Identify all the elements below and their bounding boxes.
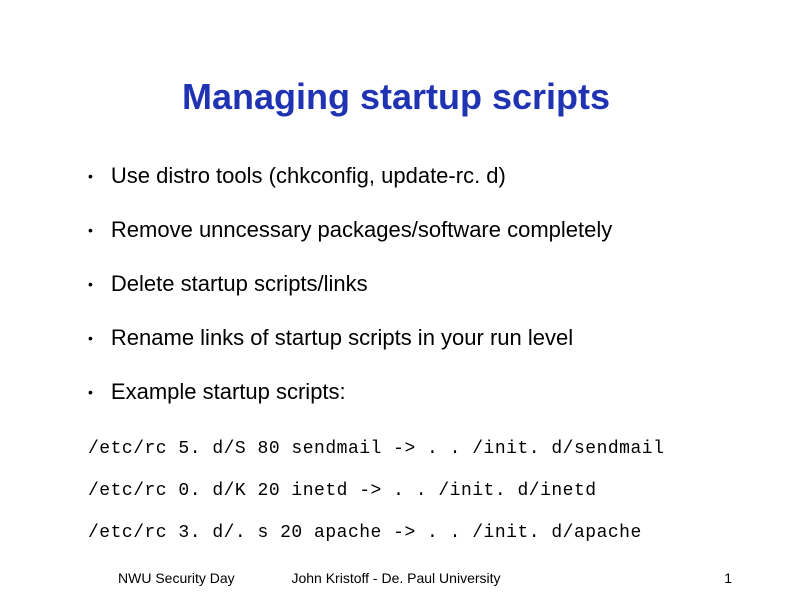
bullet-text: Example startup scripts:	[111, 378, 346, 406]
bullet-dot-icon: •	[88, 324, 93, 352]
bullet-dot-icon: •	[88, 216, 93, 244]
code-line: /etc/rc 5. d/S 80 sendmail -> . . /init.…	[88, 438, 722, 460]
footer-page-number: 1	[724, 570, 732, 586]
slide: Managing startup scripts • Use distro to…	[0, 0, 792, 612]
bullet-text: Delete startup scripts/links	[111, 270, 368, 298]
bullet-text: Remove unncessary packages/software comp…	[111, 216, 612, 244]
bullet-dot-icon: •	[88, 270, 93, 298]
bullet-text: Rename links of startup scripts in your …	[111, 324, 573, 352]
code-line: /etc/rc 3. d/. s 20 apache -> . . /init.…	[88, 522, 722, 544]
bullet-dot-icon: •	[88, 162, 93, 190]
slide-title: Managing startup scripts	[0, 76, 792, 118]
code-line: /etc/rc 0. d/K 20 inetd -> . . /init. d/…	[88, 480, 722, 502]
bullet-list: • Use distro tools (chkconfig, update-rc…	[88, 162, 722, 432]
bullet-dot-icon: •	[88, 378, 93, 406]
list-item: • Use distro tools (chkconfig, update-rc…	[88, 162, 722, 190]
list-item: • Example startup scripts:	[88, 378, 722, 406]
footer-center: John Kristoff - De. Paul University	[0, 570, 792, 586]
bullet-text: Use distro tools (chkconfig, update-rc. …	[111, 162, 506, 190]
list-item: • Delete startup scripts/links	[88, 270, 722, 298]
list-item: • Remove unncessary packages/software co…	[88, 216, 722, 244]
code-block: /etc/rc 5. d/S 80 sendmail -> . . /init.…	[88, 438, 722, 564]
list-item: • Rename links of startup scripts in you…	[88, 324, 722, 352]
